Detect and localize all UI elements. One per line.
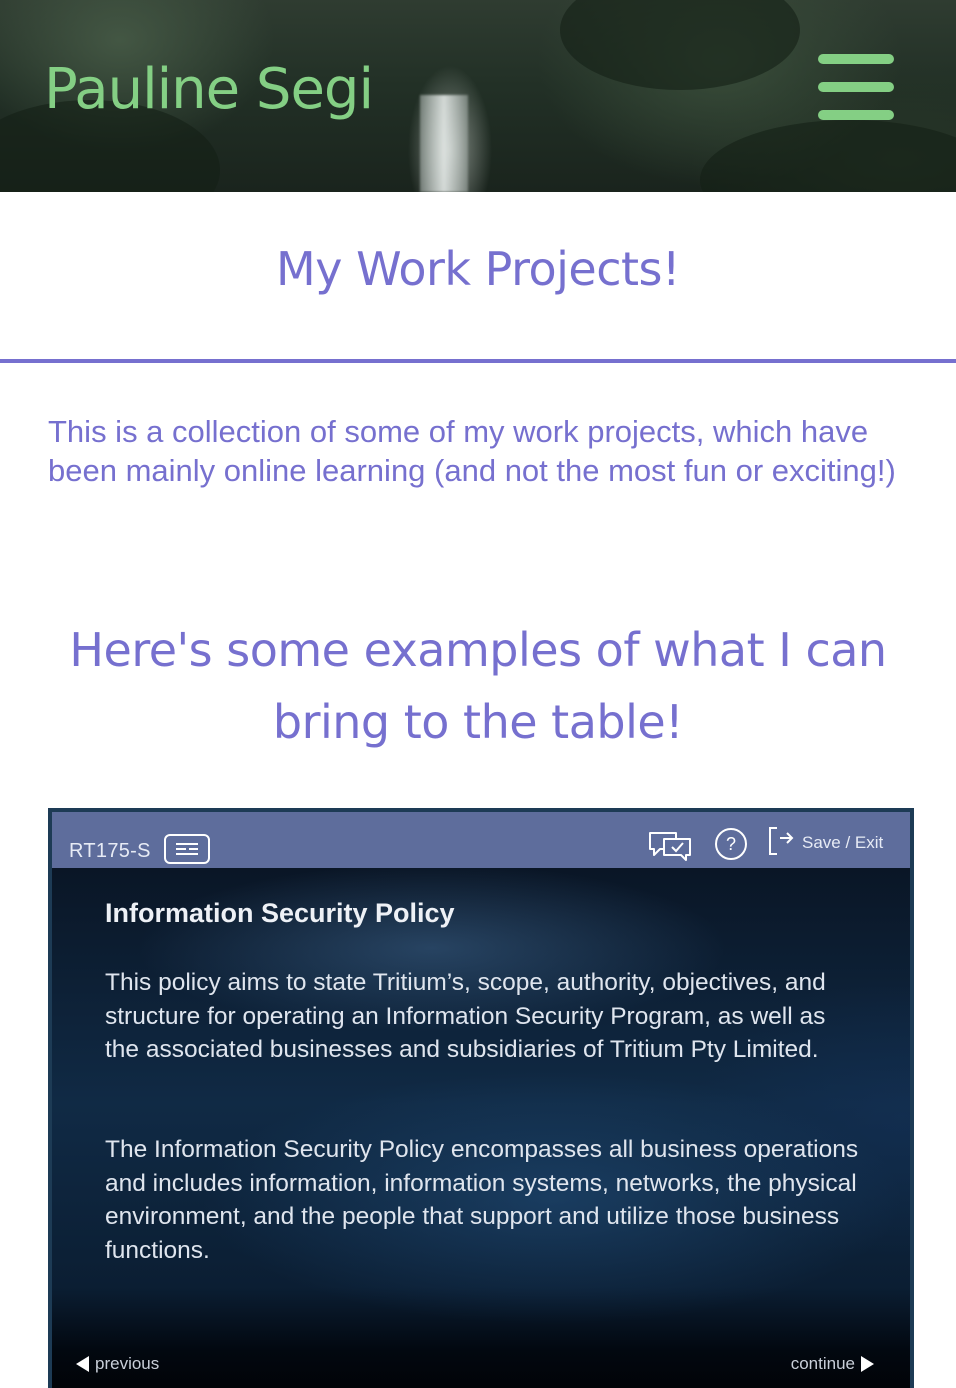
intro-text: This is a collection of some of my work … bbox=[48, 414, 896, 488]
hamburger-menu-icon[interactable] bbox=[818, 54, 894, 120]
continue-label: continue bbox=[790, 1354, 855, 1373]
slide-paragraph: The Information Security Policy encompas… bbox=[105, 1136, 859, 1264]
exit-icon bbox=[768, 826, 794, 861]
header-foliage bbox=[700, 120, 956, 192]
continue-button[interactable]: continue bbox=[791, 1354, 874, 1374]
previous-button[interactable]: previous bbox=[76, 1354, 159, 1374]
page-title: My Work Projects! bbox=[276, 242, 680, 296]
transcript-icon[interactable] bbox=[164, 834, 210, 864]
arrow-right-icon bbox=[861, 1356, 874, 1372]
slide-paragraph: This policy aims to state Tritium’s, sco… bbox=[105, 969, 826, 1063]
svg-text:?: ? bbox=[726, 834, 736, 854]
arrow-left-icon bbox=[76, 1356, 89, 1372]
save-exit-label: Save / Exit bbox=[802, 833, 884, 852]
save-exit-button[interactable]: Save / Exit bbox=[768, 826, 884, 861]
site-brand[interactable]: Pauline Segi bbox=[44, 56, 374, 123]
slide-title: Information Security Policy bbox=[105, 898, 455, 928]
header-foliage bbox=[560, 0, 800, 90]
previous-label: previous bbox=[95, 1354, 160, 1373]
site-header: Pauline Segi bbox=[0, 0, 956, 192]
header-waterfall-image bbox=[420, 95, 468, 192]
course-code: RT175-S bbox=[69, 840, 151, 862]
elearning-course-preview: RT175-S ? Save / Exit Information Securi… bbox=[48, 808, 914, 1388]
examples-heading: Here's some examples of what I can bring… bbox=[69, 623, 887, 749]
title-divider bbox=[0, 359, 956, 363]
help-icon[interactable]: ? bbox=[714, 827, 748, 861]
course-top-bar: RT175-S ? Save / Exit bbox=[52, 812, 910, 868]
course-slide: Information Security Policy This policy … bbox=[52, 868, 910, 1388]
feedback-chat-icon[interactable] bbox=[648, 830, 694, 862]
